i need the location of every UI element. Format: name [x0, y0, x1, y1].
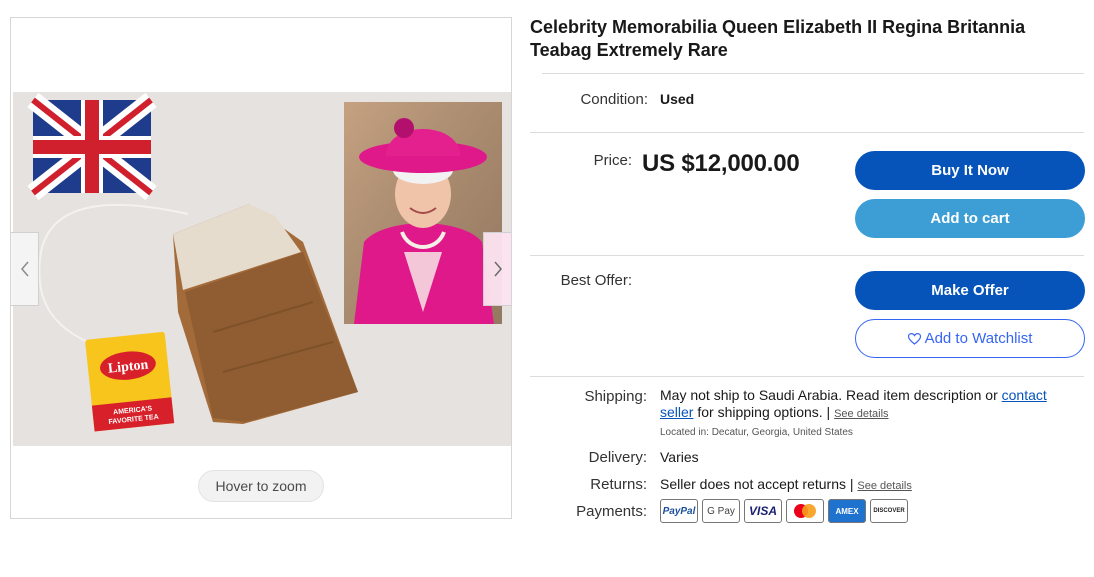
shipping-text: May not ship to Saudi Arabia. Read item …	[660, 387, 998, 403]
best-offer-label: Best Offer:	[560, 272, 632, 289]
add-to-watchlist-button[interactable]: Add to Watchlist	[855, 319, 1085, 358]
shipping-label: Shipping:	[584, 388, 647, 405]
condition-value: Used	[660, 91, 695, 107]
next-image-button[interactable]	[483, 232, 511, 306]
price-label: Price:	[593, 152, 632, 169]
condition-divider	[530, 132, 1084, 133]
returns-value: Seller does not accept returns |	[660, 476, 854, 492]
contact-seller-link[interactable]: contact	[1002, 387, 1047, 403]
union-jack-flag	[27, 92, 157, 201]
amex-icon: AMEX	[828, 499, 866, 523]
payments-label: Payments:	[576, 503, 647, 520]
discover-icon: DISCOVER	[870, 499, 908, 523]
shipping-info: May not ship to Saudi Arabia. Read item …	[660, 387, 1080, 423]
item-location: Located in: Decatur, Georgia, United Sta…	[660, 427, 853, 438]
heart-icon	[907, 332, 921, 345]
price-divider	[530, 255, 1084, 256]
returns-see-details-link[interactable]: See details	[857, 480, 911, 492]
title-divider	[542, 73, 1084, 74]
visa-icon: VISA	[744, 499, 782, 523]
queen-photo	[344, 102, 502, 324]
delivery-label: Delivery:	[588, 449, 647, 466]
image-gallery: Lipton AMERICA'S FAVORITE TEA Hover to z…	[10, 17, 512, 519]
chevron-right-icon	[493, 261, 502, 277]
returns-info: Seller does not accept returns | See det…	[660, 476, 912, 492]
make-offer-button[interactable]: Make Offer	[855, 271, 1085, 310]
watchlist-label: Add to Watchlist	[924, 330, 1033, 347]
delivery-value: Varies	[660, 449, 699, 465]
contact-seller-link-2[interactable]: seller	[660, 404, 693, 420]
mastercard-icon	[786, 499, 824, 523]
paypal-icon: PayPal	[660, 499, 698, 523]
add-to-cart-button[interactable]: Add to cart	[855, 199, 1085, 238]
lipton-tag: Lipton AMERICA'S FAVORITE TEA	[85, 331, 175, 432]
google-pay-icon: G Pay	[702, 499, 740, 523]
shipping-see-details-link[interactable]: See details	[834, 408, 888, 420]
buy-it-now-button[interactable]: Buy It Now	[855, 151, 1085, 190]
returns-label: Returns:	[590, 476, 647, 493]
price-value: US $12,000.00	[642, 150, 800, 177]
product-photo[interactable]: Lipton AMERICA'S FAVORITE TEA	[13, 92, 511, 446]
payment-methods: PayPal G Pay VISA AMEX DISCOVER	[660, 499, 908, 523]
previous-image-button[interactable]	[11, 232, 39, 306]
condition-label: Condition:	[580, 91, 648, 108]
chevron-left-icon	[20, 261, 29, 277]
shipping-text-2: for shipping options. |	[697, 404, 831, 420]
offer-divider	[530, 376, 1084, 377]
item-title: Celebrity Memorabilia Queen Elizabeth II…	[530, 17, 1026, 60]
hover-to-zoom-hint: Hover to zoom	[198, 470, 324, 502]
